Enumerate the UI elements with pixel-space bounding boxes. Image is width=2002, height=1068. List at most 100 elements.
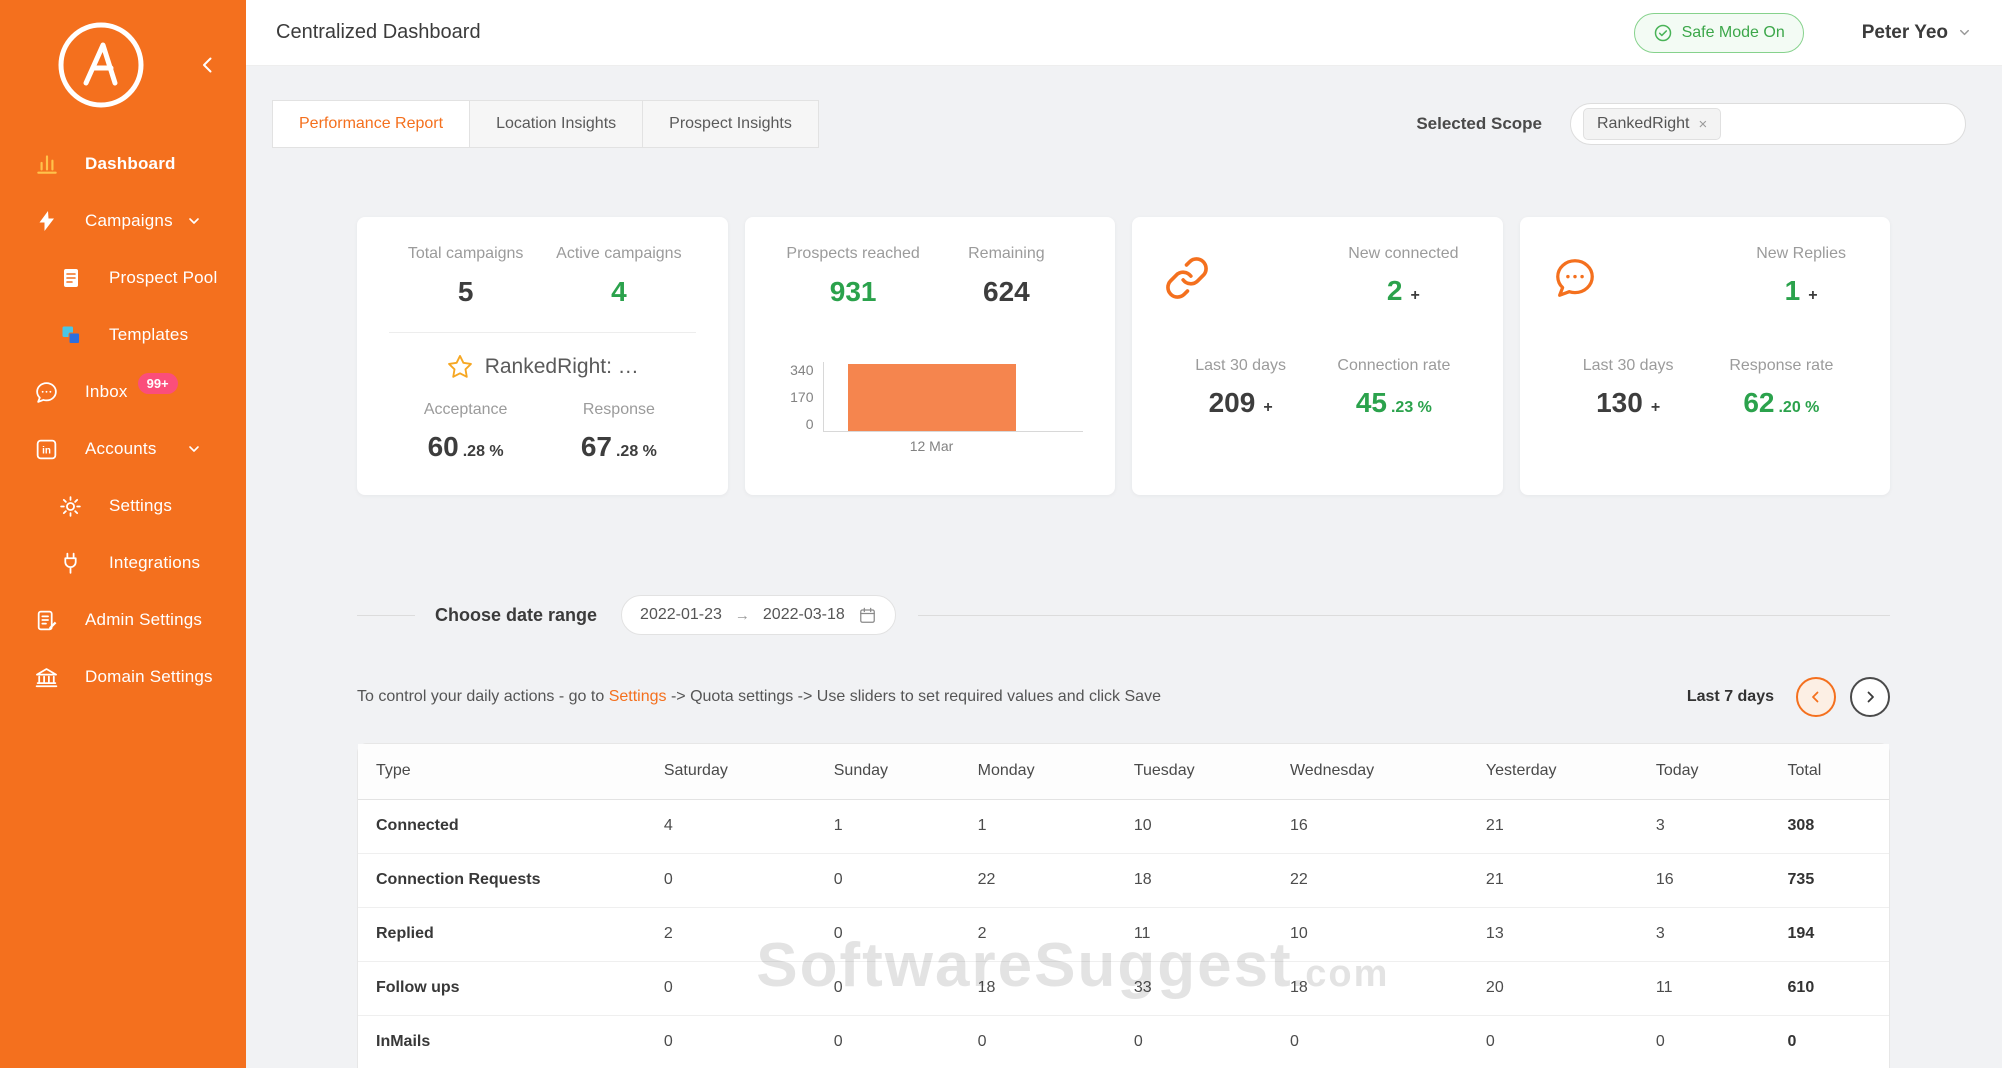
column-header-wednesday: Wednesday: [1272, 744, 1468, 799]
row-type-cell: Connected: [358, 799, 646, 853]
campaign-entity-name: RankedRight: …: [485, 355, 639, 379]
response-value: 67.28 %: [542, 431, 695, 463]
topbar: Centralized Dashboard Safe Mode On Peter…: [246, 0, 2002, 66]
scope-tag-label: RankedRight: [1597, 115, 1690, 133]
value-cell: 3: [1638, 799, 1770, 853]
value-cell: 33: [1116, 961, 1272, 1015]
sidebar-item-label: Settings: [109, 496, 172, 516]
sidebar-item-label: Accounts: [85, 439, 157, 459]
acceptance-label: Acceptance: [389, 401, 542, 419]
tab-performance-report[interactable]: Performance Report: [272, 100, 470, 148]
value-cell: 16: [1638, 853, 1770, 907]
list-card-icon: [57, 265, 84, 292]
content: Performance Report Location Insights Pro…: [246, 66, 2002, 1068]
lightning-icon: [33, 208, 60, 235]
value-cell: 18: [960, 961, 1116, 1015]
prospects-mini-chart: 340 170 0 12 Mar: [777, 362, 1084, 432]
date-end: 2022-03-18: [763, 606, 845, 624]
table-row: Follow ups001833182011610: [358, 961, 1889, 1015]
total-campaigns-value: 5: [389, 276, 542, 308]
column-header-total: Total: [1770, 744, 1889, 799]
value-cell: 0: [1468, 1015, 1638, 1068]
row-type-cell: InMails: [358, 1015, 646, 1068]
sidebar-collapse-button[interactable]: [196, 53, 220, 77]
tab-location-insights[interactable]: Location Insights: [469, 100, 643, 148]
last-30-days-label: Last 30 days: [1164, 357, 1317, 375]
value-cell: 0: [816, 853, 960, 907]
linkedin-icon: in: [33, 436, 60, 463]
divider-line: [918, 615, 1890, 616]
sidebar-item-inbox[interactable]: Inbox 99+: [0, 370, 246, 414]
table-row: Connection Requests002218222116735: [358, 853, 1889, 907]
date-range-row: Choose date range 2022-01-23 → 2022-03-1…: [357, 595, 1890, 635]
value-cell: 18: [1116, 853, 1272, 907]
settings-link[interactable]: Settings: [609, 688, 667, 705]
sidebar-item-prospect-pool[interactable]: Prospect Pool: [0, 256, 246, 300]
safe-mode-label: Safe Mode On: [1682, 24, 1785, 42]
value-cell: 0: [1770, 1015, 1889, 1068]
date-range-picker[interactable]: 2022-01-23 → 2022-03-18: [621, 595, 896, 635]
sidebar-item-integrations[interactable]: Integrations: [0, 541, 246, 585]
tab-prospect-insights[interactable]: Prospect Insights: [642, 100, 819, 148]
arrow-right-icon: →: [735, 607, 750, 624]
page-title: Centralized Dashboard: [276, 21, 481, 44]
next-period-button[interactable]: [1850, 677, 1890, 717]
sidebar-item-dashboard[interactable]: Dashboard: [0, 142, 246, 186]
table-row: InMails00000000: [358, 1015, 1889, 1068]
new-replies-value: 1+: [1756, 275, 1846, 307]
y-tick: 340: [790, 362, 813, 378]
y-tick: 0: [806, 416, 814, 432]
user-name: Peter Yeo: [1862, 22, 1948, 44]
value-cell: 0: [646, 1015, 816, 1068]
value-cell: 18: [1272, 961, 1468, 1015]
chat-dots-icon: [1552, 255, 1598, 301]
quota-note-row: To control your daily actions - go to Se…: [357, 677, 1890, 717]
sidebar-item-domain-settings[interactable]: Domain Settings: [0, 655, 246, 699]
safe-mode-badge[interactable]: Safe Mode On: [1634, 13, 1804, 53]
check-circle-icon: [1653, 23, 1673, 43]
prospects-reached-label: Prospects reached: [777, 245, 930, 263]
value-cell: 22: [960, 853, 1116, 907]
prospects-card: Prospects reached 931 Remaining 624 340: [745, 217, 1116, 495]
connection-rate-value: 45.23 %: [1317, 387, 1470, 419]
chat-bubble-icon: [33, 379, 60, 406]
daily-table-body: Connected4111016213308Connection Request…: [358, 799, 1889, 1068]
sidebar-item-templates[interactable]: Templates: [0, 313, 246, 357]
user-menu[interactable]: Peter Yeo: [1862, 22, 1972, 44]
chevron-left-icon: [196, 53, 220, 77]
table-row: Connected4111016213308: [358, 799, 1889, 853]
value-cell: 11: [1638, 961, 1770, 1015]
chevron-down-icon: [186, 441, 202, 457]
sidebar-item-label: Admin Settings: [85, 610, 202, 630]
value-cell: 0: [816, 907, 960, 961]
response-rate-label: Response rate: [1705, 357, 1858, 375]
value-cell: 610: [1770, 961, 1889, 1015]
value-cell: 13: [1468, 907, 1638, 961]
sidebar-item-label: Dashboard: [85, 154, 176, 174]
sidebar-item-admin-settings[interactable]: Admin Settings: [0, 598, 246, 642]
scope-input[interactable]: RankedRight ×: [1570, 103, 1966, 145]
app-logo: [56, 20, 146, 110]
value-cell: 20: [1468, 961, 1638, 1015]
y-tick: 170: [790, 389, 813, 405]
value-cell: 3: [1638, 907, 1770, 961]
plug-icon: [57, 550, 84, 577]
campaigns-card: Total campaigns 5 Active campaigns 4: [357, 217, 728, 495]
sidebar-item-settings[interactable]: Settings: [0, 484, 246, 528]
value-cell: 1: [960, 799, 1116, 853]
column-header-tuesday: Tuesday: [1116, 744, 1272, 799]
tab-bar: Performance Report Location Insights Pro…: [272, 100, 819, 148]
inbox-unread-badge: 99+: [138, 373, 178, 394]
replies-card: New Replies 1+ Last 30 days 130+: [1520, 217, 1891, 495]
chevron-right-icon: [1861, 688, 1879, 706]
chevron-down-icon: [1957, 25, 1972, 40]
previous-period-button[interactable]: [1796, 677, 1836, 717]
bank-icon: [33, 664, 60, 691]
sidebar-item-campaigns[interactable]: Campaigns: [0, 199, 246, 243]
sidebar-item-accounts[interactable]: in Accounts: [0, 427, 246, 471]
chevron-down-icon: [186, 213, 202, 229]
prospects-bar: [848, 364, 1016, 431]
value-cell: 0: [1116, 1015, 1272, 1068]
value-cell: 194: [1770, 907, 1889, 961]
remove-tag-icon[interactable]: ×: [1699, 116, 1708, 133]
